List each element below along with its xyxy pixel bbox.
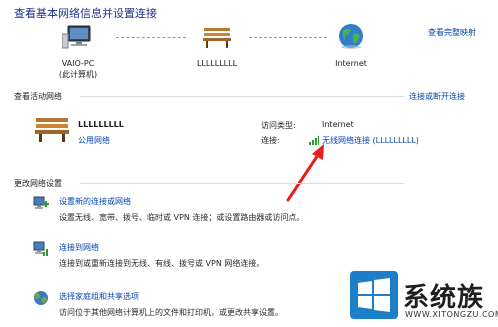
change-settings-label: 更改网络设置 [14,179,62,188]
computer-sub: (此计算机) [58,70,98,79]
internet-label: Internet [335,59,367,68]
network-type-link[interactable]: 公用网络 [78,135,110,146]
connect-disconnect-link[interactable]: 连接或断开连接 [409,91,465,102]
page-title: 查看基本网络信息并设置连接 [14,7,157,20]
connect-to-network-link[interactable]: 连接到网络 [59,242,99,253]
watermark-url: WWW.XITONGZU.COM [405,310,498,319]
homegroup-icon[interactable] [32,289,50,307]
bench-icon[interactable] [202,25,232,49]
new-connection-icon[interactable] [32,194,50,212]
full-map-link[interactable]: 查看完整映射 [428,27,476,38]
computer-name: VAIO-PC [61,59,95,68]
computer-icon[interactable] [61,24,94,50]
active-networks-label: 查看活动网络 [14,92,62,101]
red-arrow-icon [286,144,324,202]
connect-to-network-desc: 连接到或重新连接到无线、有线、拨号或 VPN 网络连接。 [59,259,265,268]
homegroup-link[interactable]: 选择家庭组和共享选项 [59,291,139,302]
public-network-icon [34,115,70,143]
computer-label: VAIO-PC (此计算机) [42,58,114,80]
setup-connection-desc: 设置无线、宽带、拨号、临时或 VPN 连接；或设置路由器或访问点。 [59,213,305,222]
homegroup-desc: 访问位于其他网络计算机上的文件和打印机，或更改共享设置。 [59,308,283,317]
wireless-connection-link[interactable]: 无线网络连接 (LLLLLLLLL) [322,135,419,146]
windows-logo-icon [350,271,398,319]
access-type-value: Internet [322,120,354,129]
active-network-name: LLLLLLLLL [78,120,124,129]
globe-icon[interactable] [337,22,365,50]
watermark-brand: 系统族 [403,283,485,313]
connect-network-icon[interactable] [32,240,50,258]
network-map-label: LLLLLLLLL [196,59,238,68]
access-type-label: 访问类型: [261,121,296,130]
connection-label: 连接: [261,136,280,145]
setup-connection-link[interactable]: 设置新的连接或网络 [59,196,131,207]
